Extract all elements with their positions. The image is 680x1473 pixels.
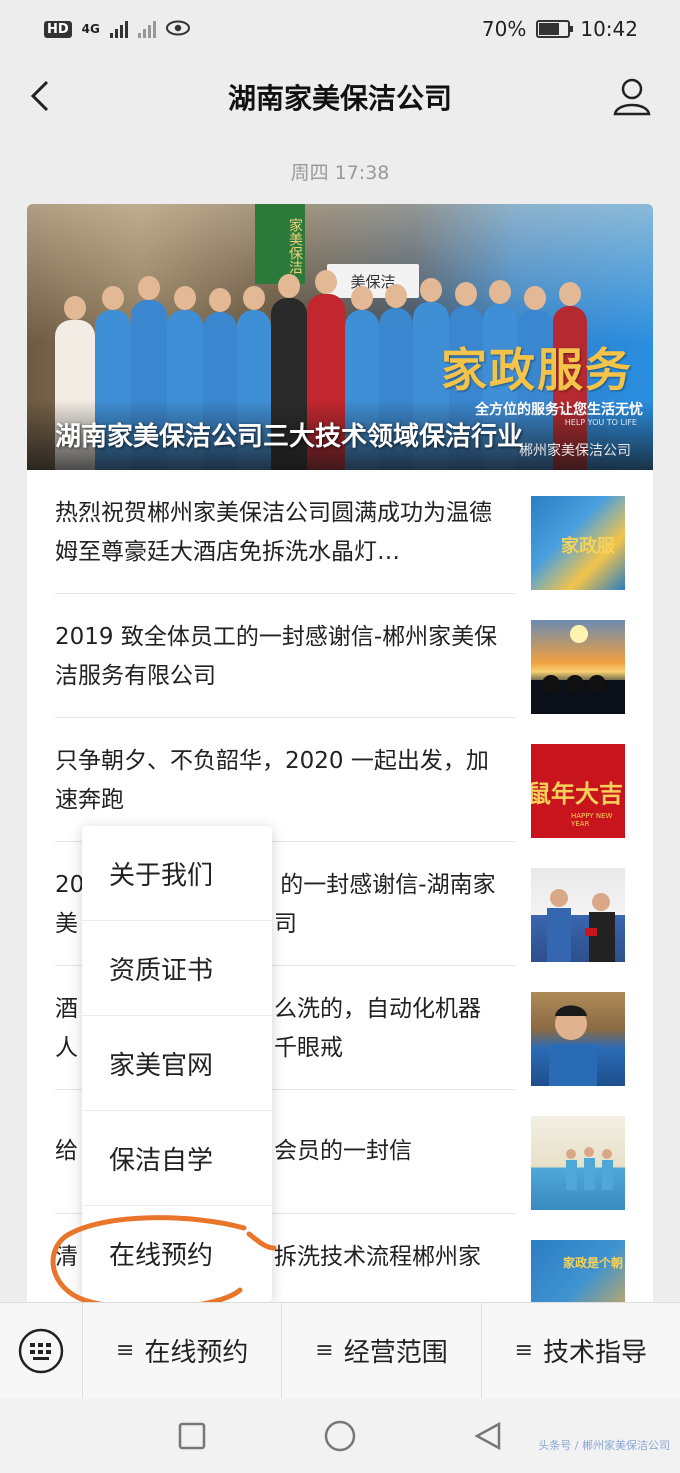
- status-left: HD 4G: [44, 17, 190, 41]
- signal-icon-2: [137, 20, 156, 38]
- menu-tab-label: 经营范围: [343, 1338, 448, 1368]
- battery-fill: [539, 23, 560, 35]
- watermark: 头条号 / 郴州家美保洁公司: [538, 1439, 670, 1452]
- sun-icon: [531, 625, 625, 714]
- menu-item-certificates[interactable]: 资质证书: [82, 921, 272, 1016]
- thumbnail-subtext: HAPPY NEW YEAR: [571, 812, 613, 828]
- article-title-left: 20: [55, 872, 85, 898]
- menu-item-official-site[interactable]: 家美官网: [82, 1016, 272, 1111]
- keyboard-icon: [18, 1328, 64, 1373]
- article-thumbnail: [531, 992, 625, 1086]
- menu-tab-label: 在线预约: [144, 1338, 249, 1368]
- back-button[interactable]: [20, 76, 60, 116]
- recent-apps-button[interactable]: [172, 1416, 212, 1456]
- person-icon: [613, 78, 651, 116]
- popup-menu: 关于我们 资质证书 家美官网 保洁自学 在线预约: [82, 826, 272, 1302]
- menu-icon: ≡: [514, 1338, 534, 1363]
- article-title-left-2: 美: [55, 911, 78, 937]
- article-thumbnail: [531, 1116, 625, 1210]
- article-title-left: 酒: [55, 996, 78, 1022]
- article-title: 只争朝夕、不负韶华，2020 一起出发，加速奔跑: [55, 748, 489, 813]
- article-thumbnail: 家政服: [531, 496, 625, 590]
- hero-service-text: 家政服务: [441, 343, 633, 397]
- menu-tab-online-booking[interactable]: ≡ 在线预约: [82, 1302, 281, 1399]
- article-item[interactable]: 热烈祝贺郴州家美保洁公司圆满成功为温德姆至尊豪廷大酒店免拆洗水晶灯… 家政服: [27, 470, 653, 594]
- article-title-right: 的一封感谢信-湖南家: [280, 872, 496, 898]
- article-title-right-2: 司: [274, 911, 297, 937]
- status-right: 70% 10:42: [482, 17, 638, 41]
- hero-title: 湖南家美保洁公司三大技术领域保洁行业: [55, 422, 524, 452]
- thumbnail-text: 家政服: [561, 536, 615, 557]
- article-title-right-2: 千眼戒: [274, 1035, 343, 1061]
- eye-icon: [165, 17, 190, 41]
- article-title: 2019 致全体员工的一封感谢信-郴州家美保洁服务有限公司: [55, 624, 498, 689]
- page-title: 湖南家美保洁公司: [227, 82, 452, 115]
- menu-icon: ≡: [315, 1338, 334, 1363]
- nav-bar: 湖南家美保洁公司: [0, 58, 680, 136]
- hero-slogan-en: HELP YOU TO LIFE: [564, 418, 637, 427]
- article-title-right: 会员的一封信: [274, 1138, 412, 1164]
- hero-sign: 家美保洁: [255, 204, 305, 284]
- menu-tab-technical-guidance[interactable]: ≡ 技术指导: [480, 1302, 680, 1399]
- status-bar: HD 4G 70% 10:42: [0, 0, 680, 58]
- system-nav-bar: 头条号 / 郴州家美保洁公司: [0, 1398, 680, 1473]
- profile-button[interactable]: [610, 74, 654, 118]
- article-title-left-2: 人: [55, 1035, 78, 1061]
- battery-percent: 70%: [481, 17, 527, 41]
- network-type: 4G: [81, 22, 100, 36]
- menu-tab-business-scope[interactable]: ≡ 经营范围: [281, 1302, 480, 1399]
- thumbnail-text: 家政是个朝: [563, 1256, 624, 1270]
- article-title-left: 给: [55, 1138, 78, 1164]
- people-photo: [547, 889, 615, 962]
- square-icon: [178, 1422, 206, 1449]
- article-item[interactable]: 2019 致全体员工的一封感谢信-郴州家美保洁服务有限公司: [27, 594, 653, 718]
- article-thumbnail: [531, 620, 625, 714]
- article-title-right: 拆洗技术流程郴州家: [274, 1244, 481, 1270]
- signal-icon: [109, 20, 128, 38]
- message-timestamp: 周四 17:38: [290, 162, 390, 184]
- battery-icon: [536, 20, 574, 38]
- article-item[interactable]: 只争朝夕、不负韶华，2020 一起出发，加速奔跑 鼠年大吉 HAPPY NEW …: [27, 718, 653, 842]
- article-thumbnail: [531, 868, 625, 962]
- back-nav-button[interactable]: [468, 1416, 508, 1456]
- menu-icon: ≡: [115, 1338, 135, 1363]
- menu-item-self-study[interactable]: 保洁自学: [82, 1111, 272, 1206]
- circle-icon: [324, 1420, 356, 1451]
- menu-item-about-us[interactable]: 关于我们: [82, 826, 272, 921]
- man-photo: [549, 1005, 597, 1086]
- menu-tab-label: 技术指导: [543, 1338, 648, 1368]
- article-title-right: 么洗的，自动化机器: [274, 996, 481, 1022]
- menu-item-online-booking[interactable]: 在线预约: [82, 1206, 272, 1301]
- hero-watermark: 郴州家美保洁公司: [519, 443, 631, 459]
- bottom-menu-bar: ≡ 在线预约 ≡ 经营范围 ≡ 技术指导: [0, 1302, 680, 1399]
- keyboard-toggle-button[interactable]: [0, 1303, 82, 1399]
- article-title-left: 清: [55, 1244, 78, 1270]
- triangle-left-icon: [474, 1421, 501, 1450]
- article-title: 热烈祝贺郴州家美保洁公司圆满成功为温德姆至尊豪廷大酒店免拆洗水晶灯…: [55, 500, 492, 565]
- home-button[interactable]: [320, 1416, 360, 1456]
- thumbnail-text: 鼠年大吉: [531, 779, 623, 808]
- team-photo: [566, 1147, 613, 1190]
- article-thumbnail: 鼠年大吉 HAPPY NEW YEAR: [531, 744, 625, 838]
- hero-article[interactable]: 家美保洁 美保洁 家政服务 全方位的服务让您生活无忧 HELP YOU TO L…: [27, 204, 653, 470]
- hd-badge: HD: [44, 20, 72, 38]
- chevron-left-icon: [30, 80, 49, 112]
- clock: 10:42: [580, 17, 638, 41]
